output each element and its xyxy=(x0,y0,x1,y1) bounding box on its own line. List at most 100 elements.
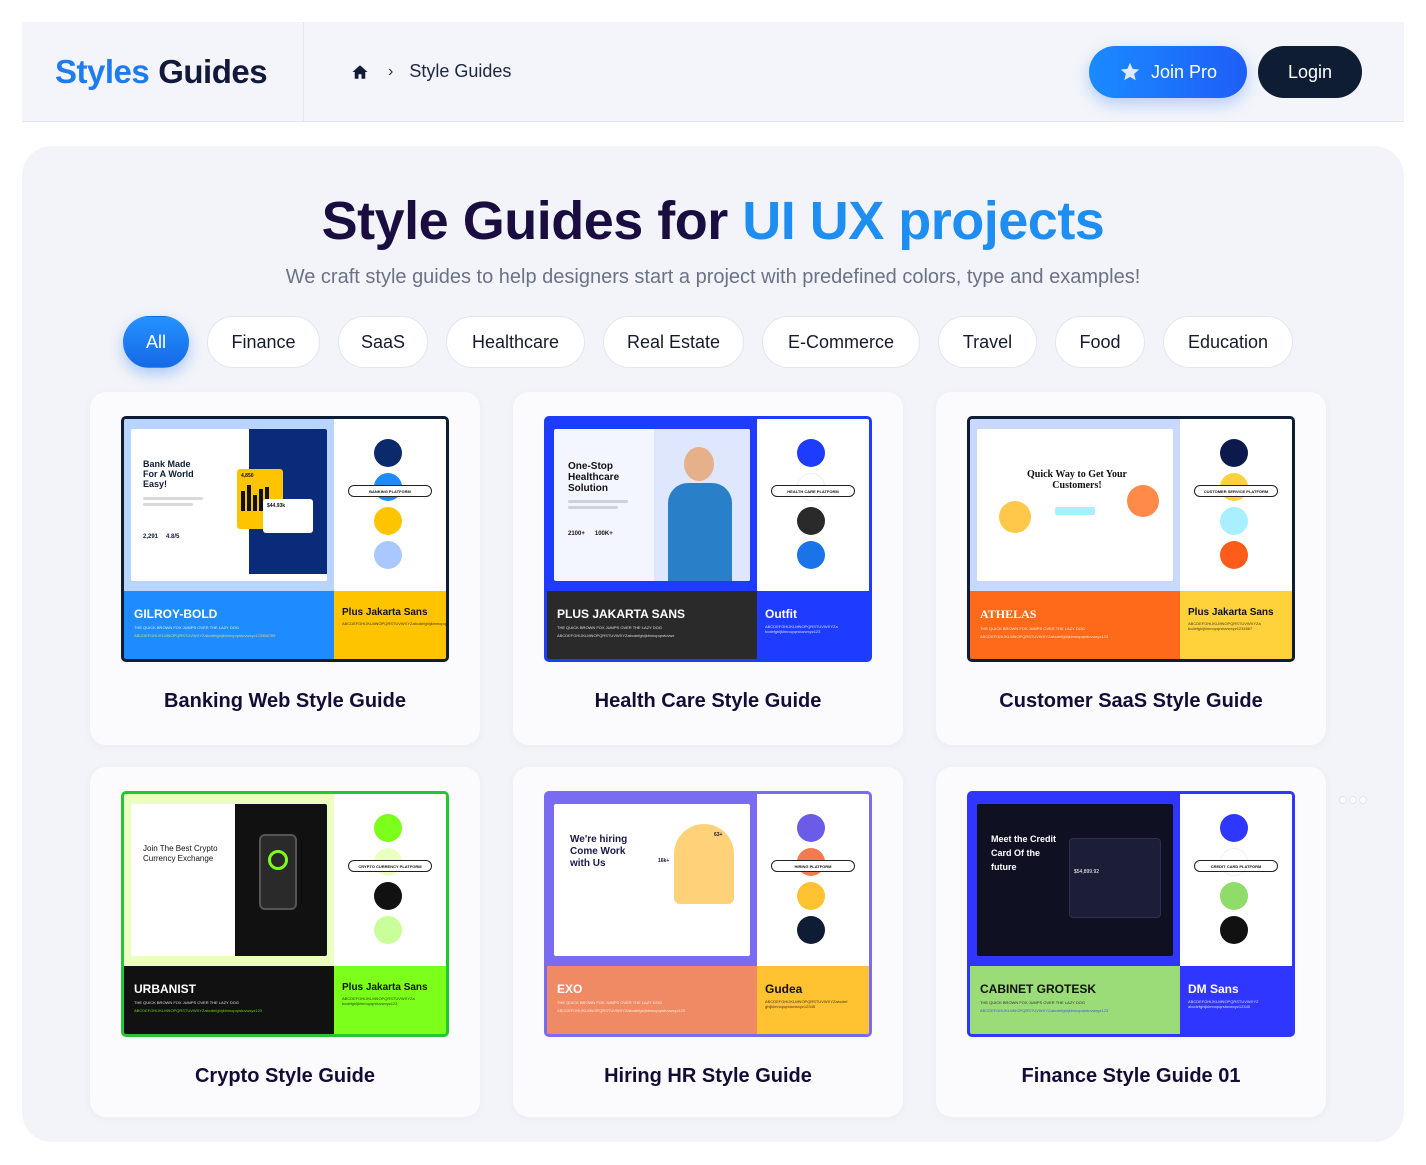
platform-badge: CREDIT CARD PLATFORM xyxy=(1194,860,1278,872)
filter-chip-all[interactable]: All xyxy=(123,316,189,368)
card-title[interactable]: Banking Web Style Guide xyxy=(90,690,480,713)
style-guide-card[interactable]: Quick Way to Get Your Customers! CUSTOME… xyxy=(936,392,1326,745)
color-swatch xyxy=(797,507,825,535)
color-swatches xyxy=(797,814,825,944)
filter-chip-e-commerce[interactable]: E-Commerce xyxy=(762,316,920,368)
card-title[interactable]: Crypto Style Guide xyxy=(90,1065,480,1088)
color-swatch xyxy=(1220,507,1248,535)
filter-chip-finance[interactable]: Finance xyxy=(207,316,320,368)
body-font-name: Plus Jakarta Sans xyxy=(342,607,428,618)
main-panel: Style Guides for UI UX projects We craft… xyxy=(22,146,1404,1142)
mock-website: Join The Best Crypto Currency Exchange xyxy=(131,804,327,956)
mock-stat: $54,899.92 xyxy=(1074,869,1100,875)
style-guide-card[interactable]: Meet the Credit Card Of the future $54,8… xyxy=(936,767,1326,1117)
mock-hero-text: Join The Best Crypto Currency Exchange xyxy=(143,844,218,863)
heading-font-name: GILROY-BOLD xyxy=(134,607,218,621)
heading-font-name: ATHELAS xyxy=(980,607,1037,621)
card-title[interactable]: Hiring HR Style Guide xyxy=(513,1065,903,1088)
platform-badge: CUSTOMER SERVICE PLATFORM xyxy=(1194,485,1278,497)
color-swatch xyxy=(1220,439,1248,467)
card-thumbnail[interactable]: Meet the Credit Card Of the future $54,8… xyxy=(967,791,1295,1037)
heading-font-name: CABINET GROTESK xyxy=(980,982,1097,996)
category-filters: All Finance SaaS Healthcare Real Estate … xyxy=(123,316,1293,368)
mock-website: We're hiring Come Work with Us 63+ 16k+ xyxy=(554,804,750,956)
mock-stat: 4,850 xyxy=(241,473,254,479)
mock-stat: 2,291 xyxy=(143,534,159,540)
avatar xyxy=(999,501,1031,533)
color-swatches xyxy=(374,814,402,944)
card-title[interactable]: Customer SaaS Style Guide xyxy=(936,690,1326,713)
color-swatch xyxy=(1220,541,1248,569)
filter-chip-travel[interactable]: Travel xyxy=(938,316,1037,368)
page-title-main: Style Guides for xyxy=(321,191,743,251)
color-swatch xyxy=(374,916,402,944)
join-pro-button[interactable]: Join Pro xyxy=(1089,46,1247,98)
card-thumbnail[interactable]: Join The Best Crypto Currency Exchange C… xyxy=(121,791,449,1037)
color-swatches xyxy=(797,439,825,569)
login-button[interactable]: Login xyxy=(1258,46,1362,98)
card-title[interactable]: Health Care Style Guide xyxy=(513,690,903,713)
color-swatch xyxy=(797,882,825,910)
more-options-icon[interactable] xyxy=(1340,797,1366,803)
body-font-name: Gudea xyxy=(765,982,803,996)
heading-font-name: URBANIST xyxy=(134,982,196,996)
color-swatch xyxy=(797,916,825,944)
filter-chip-healthcare[interactable]: Healthcare xyxy=(446,316,585,368)
mock-website: Bank Made For A World Easy! 2,291 4.8/5 … xyxy=(131,429,327,581)
card-thumbnail[interactable]: We're hiring Come Work with Us 63+ 16k+ … xyxy=(544,791,872,1037)
body-font-name: DM Sans xyxy=(1188,982,1239,996)
color-swatches xyxy=(374,439,402,569)
mock-hero-text: Bank Made For A World Easy! xyxy=(143,459,194,489)
mock-website: Meet the Credit Card Of the future $54,8… xyxy=(977,804,1173,956)
top-header: Styles Guides › Style Guides Join Pro Lo… xyxy=(22,22,1404,122)
color-swatch xyxy=(374,439,402,467)
platform-badge: HIRING PLATFORM xyxy=(771,860,855,872)
card-thumbnail[interactable]: One-Stop Healthcare Solution 2100+ 100K+ xyxy=(544,416,872,662)
platform-badge: HEALTH CARE PLATFORM xyxy=(771,485,855,497)
color-swatch xyxy=(374,541,402,569)
color-swatch xyxy=(1220,814,1248,842)
mock-stat: 2100+ xyxy=(568,531,585,537)
card-illustration: $54,899.92 xyxy=(1069,838,1161,918)
color-swatch xyxy=(797,541,825,569)
avatar xyxy=(1127,485,1159,517)
heading-font-name: PLUS JAKARTA SANS xyxy=(557,607,686,621)
style-guide-card[interactable]: Join The Best Crypto Currency Exchange C… xyxy=(90,767,480,1117)
mock-hero-text: We're hiring Come Work with Us xyxy=(570,834,628,869)
star-icon xyxy=(1120,62,1140,81)
color-swatches xyxy=(1220,814,1248,944)
platform-badge: CRYPTO CURRENCY PLATFORM xyxy=(348,860,432,872)
style-guide-card[interactable]: Bank Made For A World Easy! 2,291 4.8/5 … xyxy=(90,392,480,745)
platform-badge: BANKING PLATFORM xyxy=(348,485,432,497)
body-font-name: Plus Jakarta Sans xyxy=(342,982,428,993)
breadcrumb: › Style Guides xyxy=(350,61,511,82)
site-logo[interactable]: Styles Guides xyxy=(22,22,304,121)
card-thumbnail[interactable]: Bank Made For A World Easy! 2,291 4.8/5 … xyxy=(121,416,449,662)
style-guide-card[interactable]: We're hiring Come Work with Us 63+ 16k+ … xyxy=(513,767,903,1117)
filter-chip-education[interactable]: Education xyxy=(1163,316,1293,368)
color-swatch xyxy=(1220,916,1248,944)
page-title: Style Guides for UI UX projects xyxy=(22,190,1404,252)
filter-chip-food[interactable]: Food xyxy=(1055,316,1145,368)
filter-chip-real-estate[interactable]: Real Estate xyxy=(603,316,744,368)
mock-stat: $44.93k xyxy=(267,503,286,509)
mock-hero-text: Meet the Credit Card Of the future xyxy=(991,834,1057,872)
body-font-name: Plus Jakarta Sans xyxy=(1188,607,1274,618)
color-swatch xyxy=(374,882,402,910)
chevron-right-icon: › xyxy=(388,62,394,80)
card-thumbnail[interactable]: Quick Way to Get Your Customers! CUSTOME… xyxy=(967,416,1295,662)
filter-chip-saas[interactable]: SaaS xyxy=(338,316,428,368)
heading-font-name: EXO xyxy=(557,982,583,996)
logo-part-2: Guides xyxy=(158,52,268,90)
mock-stat: 16k+ xyxy=(658,858,670,864)
home-icon[interactable] xyxy=(350,62,370,82)
mock-stat: 4.8/5 xyxy=(166,534,180,540)
color-swatches xyxy=(1220,439,1248,569)
color-swatch xyxy=(797,814,825,842)
page-subtitle: We craft style guides to help designers … xyxy=(285,266,1141,288)
color-swatch xyxy=(797,439,825,467)
style-guide-card[interactable]: One-Stop Healthcare Solution 2100+ 100K+ xyxy=(513,392,903,745)
color-swatch xyxy=(374,507,402,535)
card-title[interactable]: Finance Style Guide 01 xyxy=(936,1065,1326,1088)
mock-website: One-Stop Healthcare Solution 2100+ 100K+ xyxy=(554,429,750,581)
